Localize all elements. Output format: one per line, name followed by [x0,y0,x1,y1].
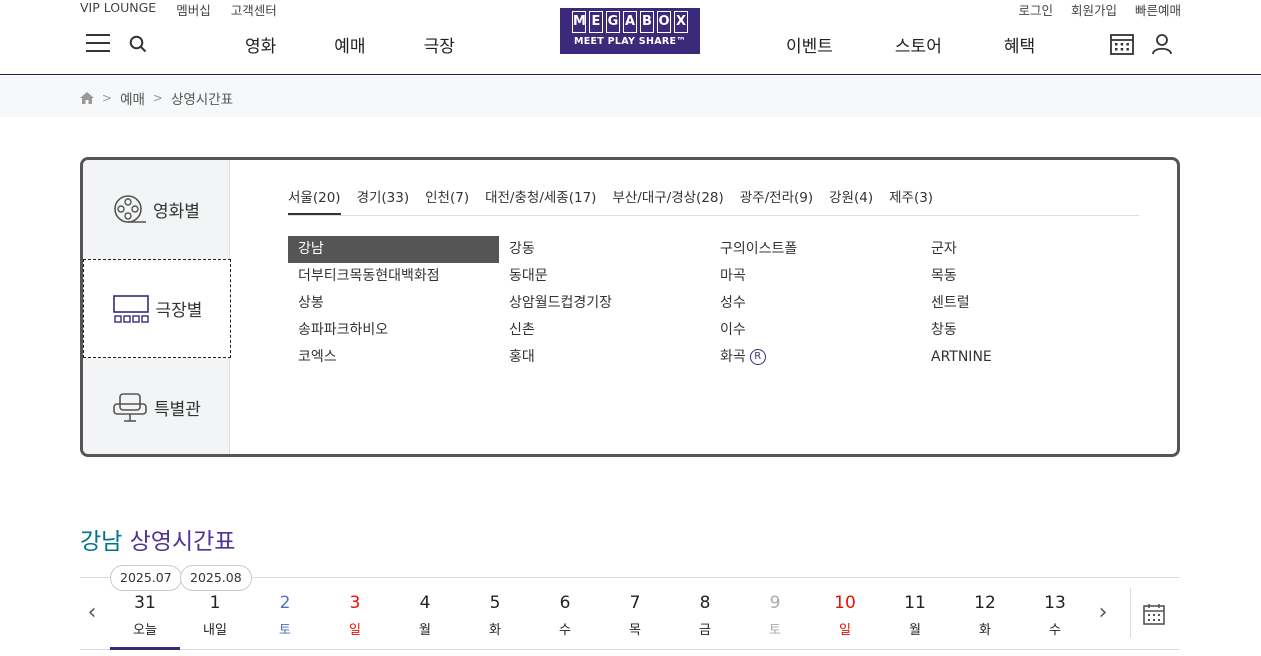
util-left-links: VIP LOUNGE 멤버십 고객센터 [80,0,277,19]
breadcrumb: > 예매 > 상영시간표 [80,88,233,108]
region-daejeon[interactable]: 대전/충청/세종(17) [485,186,596,215]
region-gyeonggi[interactable]: 경기(33) [357,186,410,215]
nav-movie[interactable]: 영화 [245,32,276,57]
theater-item[interactable]: 홍대 [499,344,710,371]
date-item[interactable]: 5화 [460,578,530,650]
theater-item[interactable]: 이수 [710,317,921,344]
region-gwangju[interactable]: 광주/전라(9) [740,186,813,215]
search-icon[interactable] [129,35,147,53]
home-icon[interactable] [80,92,94,104]
theater-item[interactable]: 코엑스 [288,344,499,371]
tab-by-movie[interactable]: 영화별 [83,160,230,259]
tab-by-theater[interactable]: 극장별 [83,259,231,358]
main-nav-left: 영화 예매 극장 [245,32,455,57]
region-gangwon[interactable]: 강원(4) [829,186,873,215]
megabox-logo[interactable]: M E G A B O X MEET PLAY SHARE™ [560,8,700,54]
theater-item[interactable]: 창동 [921,317,1132,344]
chevron-right-icon[interactable]: › [1093,600,1113,625]
nav-benefit[interactable]: 혜택 [1004,32,1035,57]
customer-center-link[interactable]: 고객센터 [231,0,277,19]
page-title-suffix: 상영시간표 [129,529,236,555]
region-divider [288,215,1139,216]
theater-item[interactable]: 마곡 [710,263,921,290]
theater-item[interactable]: 구의이스트폴 [710,236,921,263]
schedule-icon[interactable] [1110,33,1134,55]
theater-item[interactable]: 동대문 [499,263,710,290]
breadcrumb-booking[interactable]: 예매 [120,88,145,108]
membership-link[interactable]: 멤버십 [176,0,211,19]
selector-tabs: 영화별 극장별 특별관 [83,160,231,454]
date-item[interactable]: 1 내일 [180,578,250,650]
quick-booking-link[interactable]: 빠른예매 [1135,0,1181,19]
theater-seat-icon [112,294,149,323]
date-item[interactable]: 9토 [740,578,810,650]
date-item[interactable]: 10 일 [810,578,880,650]
theater-item[interactable]: 강동 [499,236,710,263]
date-item[interactable]: 3일 [320,578,390,650]
date-item[interactable]: 31 오늘 [110,578,180,650]
chevron-right-icon: > [102,91,113,105]
logo-slogan: MEET PLAY SHARE™ [573,36,687,47]
chevron-right-icon: > [152,91,163,105]
main-nav-right: 이벤트 스토어 혜택 [786,32,1035,57]
date-item[interactable]: 4월 [390,578,460,650]
film-reel-icon [114,194,147,223]
date-item[interactable]: 8금 [670,578,740,650]
nav-booking[interactable]: 예매 [334,32,365,57]
region-seoul[interactable]: 서울(20) [288,186,341,215]
calendar-icon[interactable] [1143,603,1165,625]
date-item[interactable]: 7목 [600,578,670,650]
theater-item[interactable]: ARTNINE [921,344,1132,371]
theater-item[interactable]: 성수 [710,290,921,317]
theater-item[interactable]: 상봉 [288,290,499,317]
nav-event[interactable]: 이벤트 [786,32,833,57]
region-tabs: 서울(20) 경기(33) 인천(7) 대전/충청/세종(17) 부산/대구/경… [288,186,949,215]
date-item[interactable]: 11 월 [880,578,950,650]
theater-item[interactable]: 화곡 R [710,344,921,371]
breadcrumb-schedule[interactable]: 상영시간표 [171,88,233,108]
tab-by-movie-label: 영화별 [153,202,200,222]
date-item[interactable]: 12 화 [950,578,1020,650]
theater-selector: 영화별 극장별 특별관 서울(20) 경기(33) 인천(7) 대전/충청/세종… [80,157,1180,457]
tab-by-theater-label: 극장별 [155,301,203,321]
logo-letters: M E G A B O X [560,8,700,33]
divider [1130,588,1131,638]
theater-item[interactable]: 센트럴 [921,290,1132,317]
theater-item[interactable]: 송파파크하비오 [288,317,499,344]
login-link[interactable]: 로그인 [1018,0,1053,19]
theater-item[interactable]: 더부티크목동현대백화점 [288,263,499,290]
util-right-links: 로그인 회원가입 빠른예매 [1018,0,1181,19]
tab-special-label: 특별관 [154,400,201,420]
theater-item-label: 화곡 [720,349,746,365]
nav-theater[interactable]: 극장 [424,32,455,57]
user-icon[interactable] [1151,33,1173,55]
theater-item[interactable]: 상암월드컵경기장 [499,290,710,317]
page-title: 강남 상영시간표 [80,522,235,556]
menu-icon[interactable] [86,34,110,52]
nav-store[interactable]: 스토어 [895,32,942,57]
tab-special[interactable]: 특별관 [83,358,230,454]
breadcrumb-bar: > 예매 > 상영시간표 [0,76,1261,117]
date-item[interactable]: 6수 [530,578,600,650]
date-item[interactable]: 2토 [250,578,320,650]
date-item[interactable]: 13 수 [1020,578,1090,650]
region-jeju[interactable]: 제주(3) [889,186,933,215]
region-incheon[interactable]: 인천(7) [425,186,469,215]
page-title-theater: 강남 [80,529,123,555]
theater-item[interactable]: 강남 [288,236,499,263]
special-hall-icon [113,392,147,422]
region-busan[interactable]: 부산/대구/경상(28) [612,186,723,215]
header: VIP LOUNGE 멤버십 고객센터 로그인 회원가입 빠른예매 M E G … [0,0,1261,75]
date-strip: 2025.07 2025.08 ‹ 31 오늘 1 내일 2토 3일 4월 5화 6… [80,565,1180,650]
theater-item[interactable]: 목동 [921,263,1132,290]
theater-list: 강남 강동 구의이스트폴 군자 더부티크목동현대백화점 동대문 마곡 목동 상봉… [288,236,1132,371]
vip-lounge-link[interactable]: VIP LOUNGE [80,0,156,19]
registered-badge: R [749,349,766,365]
theater-item[interactable]: 신촌 [499,317,710,344]
theater-item[interactable]: 군자 [921,236,1132,263]
chevron-left-icon[interactable]: ‹ [82,600,102,625]
signup-link[interactable]: 회원가입 [1071,0,1117,19]
